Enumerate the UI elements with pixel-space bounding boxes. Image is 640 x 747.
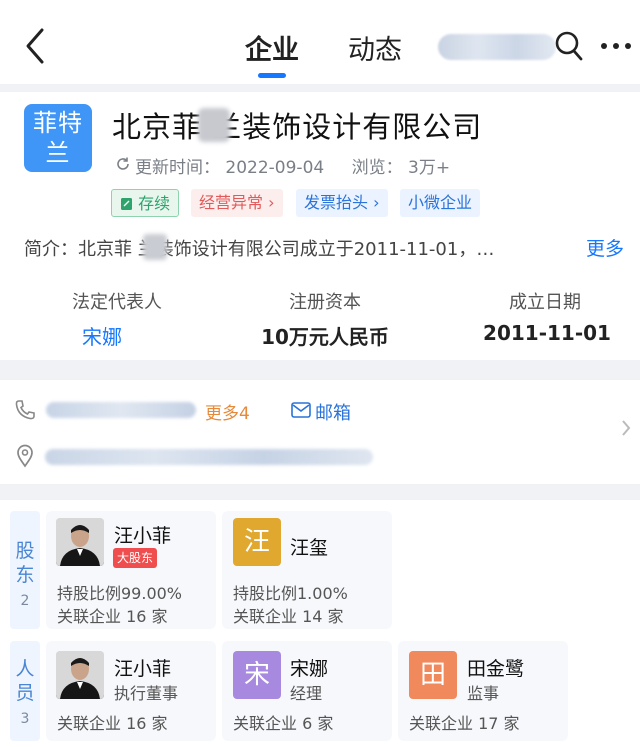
chevron-right-icon: › <box>263 193 275 212</box>
refresh-icon <box>117 157 129 170</box>
logo-line-1: 菲特 <box>33 109 83 137</box>
shareholder-name[interactable]: 汪小菲 <box>114 521 171 548</box>
legal-rep-value[interactable]: 宋娜 <box>42 321 162 350</box>
share-ratio: 持股比例99.00% <box>57 584 183 603</box>
person-role: 经理 <box>290 684 323 703</box>
person-name[interactable]: 汪小菲 <box>114 654 171 681</box>
tag-label: 经营异常 <box>199 193 264 212</box>
search-input[interactable] <box>438 34 556 60</box>
personnel-label[interactable]: 人员 3 <box>10 641 40 741</box>
related-companies[interactable]: 关联企业 14 家 <box>233 603 344 627</box>
avatar: 汪 <box>233 518 281 566</box>
back-arrow-icon[interactable] <box>18 26 52 66</box>
mail-icon <box>291 402 311 418</box>
tag-label: 存续 <box>138 194 171 213</box>
capital-label: 注册资本 <box>289 292 361 313</box>
update-date: 2022-09-04 <box>225 158 325 178</box>
related-companies[interactable]: 关联企业 16 家 <box>57 603 168 627</box>
founded-label: 成立日期 <box>509 292 581 313</box>
major-shareholder-badge: 大股东 <box>113 548 158 568</box>
legal-rep-label: 法定代表人 <box>72 292 162 313</box>
person-name[interactable]: 田金鹭 <box>467 654 524 681</box>
shareholder-name[interactable]: 汪玺 <box>290 533 328 560</box>
person-role: 执行董事 <box>114 684 179 703</box>
logo-line-2: 兰 <box>45 139 71 167</box>
intro-more-link[interactable]: 更多 <box>586 234 624 261</box>
more-options-icon[interactable] <box>598 34 634 58</box>
tab-enterprise[interactable]: 企业 <box>245 28 299 67</box>
personnel-label-text: 人员 <box>15 658 35 704</box>
document-icon <box>121 198 132 210</box>
personnel-count: 3 <box>20 711 30 727</box>
shareholders-count: 2 <box>20 593 30 609</box>
company-name: 北京菲 兰装饰设计有限公司 <box>112 110 483 144</box>
update-label: 更新时间： <box>135 158 220 178</box>
avatar <box>56 651 104 699</box>
related-companies[interactable]: 关联企业 16 家 <box>57 710 168 734</box>
more-phones-link[interactable]: 更多4 <box>205 399 250 424</box>
avatar <box>56 518 104 566</box>
address-redaction <box>45 449 373 465</box>
abnormal-operation-tag[interactable]: 经营异常 › <box>191 189 283 217</box>
tag-label: 小微企业 <box>408 193 473 212</box>
tag-label: 发票抬头 <box>304 193 369 212</box>
person-role: 监事 <box>467 684 500 703</box>
company-intro: 简介：北京菲 兰装饰设计有限公司成立于2011-11-01，… <box>24 239 495 260</box>
related-companies[interactable]: 关联企业 17 家 <box>409 710 520 734</box>
intro-redaction <box>143 234 167 260</box>
chevron-right-icon: › <box>368 193 380 212</box>
company-logo: 菲特 兰 <box>24 104 92 172</box>
contact-card[interactable] <box>0 380 640 484</box>
tab-dynamics[interactable]: 动态 <box>348 28 402 67</box>
search-icon[interactable] <box>554 30 584 62</box>
status-badge[interactable]: 存续 <box>111 189 180 217</box>
mail-link[interactable]: 邮箱 <box>315 399 351 425</box>
active-tab-indicator <box>258 73 286 78</box>
phone-icon <box>15 400 35 420</box>
shareholders-label[interactable]: 股东 2 <box>10 511 40 629</box>
invoice-title-tag[interactable]: 发票抬头 › <box>296 189 388 217</box>
capital-value: 10万元人民币 <box>261 325 389 349</box>
name-redaction <box>198 108 230 142</box>
views-label: 浏览： <box>351 158 403 178</box>
related-companies[interactable]: 关联企业 6 家 <box>233 710 333 734</box>
update-meta: 更新时间： 2022-09-04 浏览： 3万+ <box>135 153 450 178</box>
location-icon <box>17 444 33 468</box>
small-micro-tag[interactable]: 小微企业 <box>400 189 481 217</box>
share-ratio: 持股比例1.00% <box>233 584 348 603</box>
views-value: 3万+ <box>408 158 451 178</box>
chevron-right-icon[interactable] <box>620 418 632 438</box>
avatar: 宋 <box>233 651 281 699</box>
person-photo-icon <box>56 518 104 566</box>
person-photo-icon <box>56 651 104 699</box>
founded-value: 2011-11-01 <box>483 321 611 345</box>
person-name[interactable]: 宋娜 <box>290 654 328 681</box>
avatar: 田 <box>409 651 457 699</box>
phone-redaction <box>46 402 196 418</box>
shareholders-label-text: 股东 <box>15 540 35 586</box>
